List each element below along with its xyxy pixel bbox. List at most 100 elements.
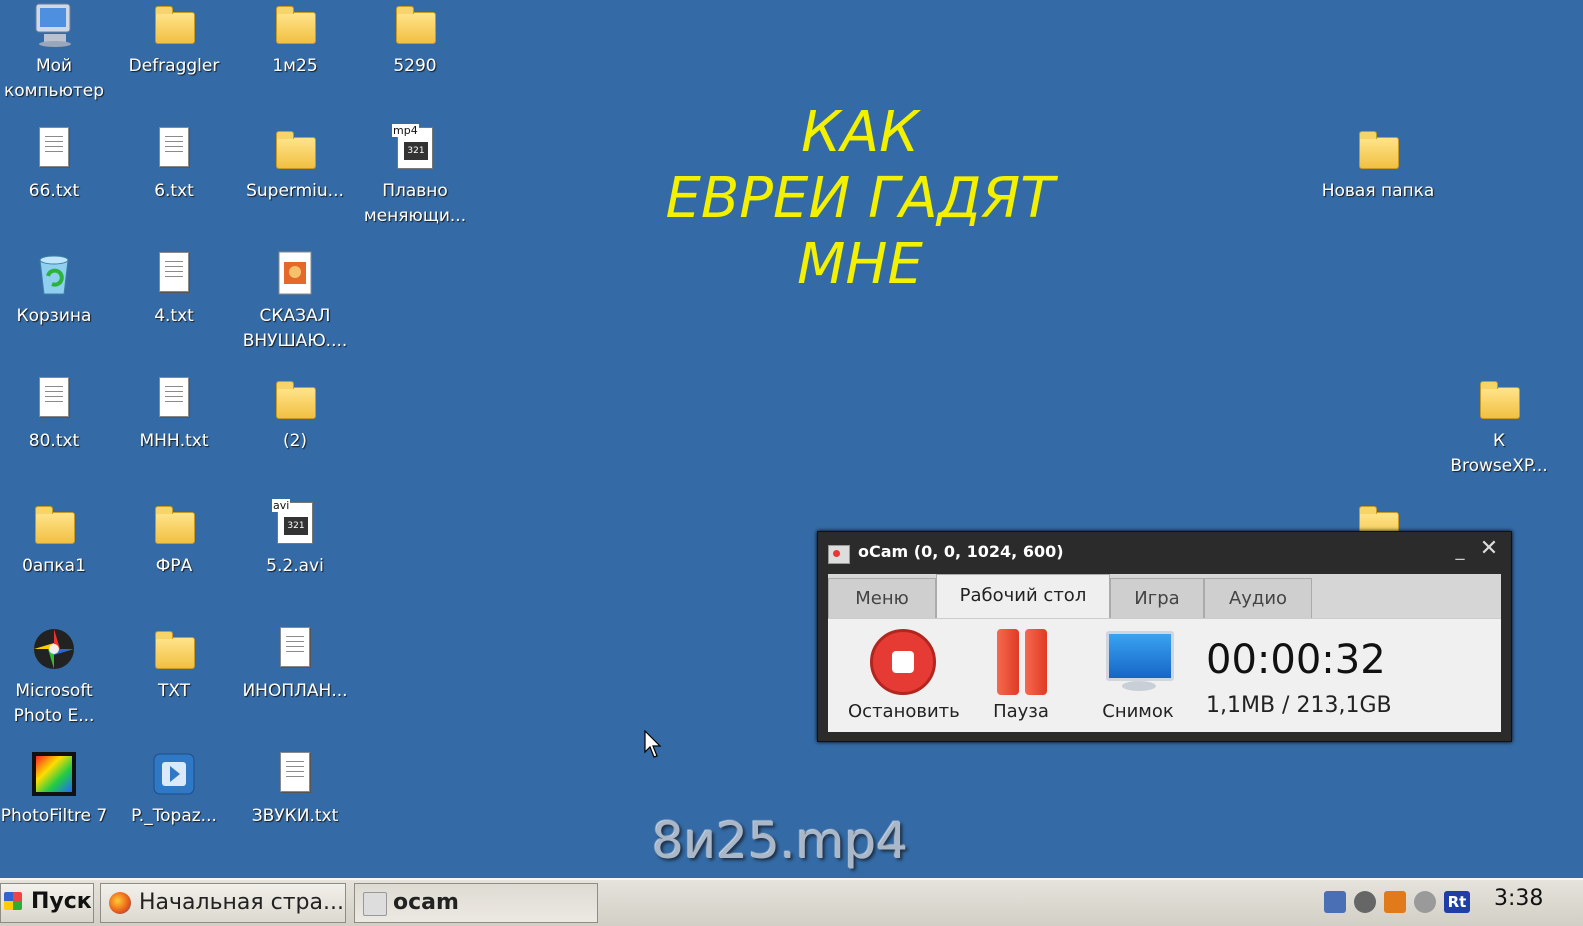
update-icon[interactable] <box>1414 891 1436 913</box>
recycle-bin-icon <box>30 250 78 298</box>
recording-timer: 00:00:32 <box>1206 637 1386 683</box>
ocam-titlebar[interactable]: oCam (0, 0, 1024, 600) _ ✕ <box>818 532 1511 570</box>
folder-icon <box>1475 375 1523 423</box>
icon-label: Supermiu... <box>246 181 344 201</box>
taskbar-item-ocam[interactable]: ocam <box>354 883 598 923</box>
ocam-tabs: Меню Рабочий стол Игра Аудио <box>828 574 1501 619</box>
headline-overlay: КАК ЕВРЕИ ГАДЯТ МНЕ <box>640 100 1080 298</box>
folder-icon <box>271 125 319 173</box>
desktop-icon-5-2-avi[interactable]: avi 321 5.2.avi <box>235 499 355 579</box>
close-icon[interactable]: ✕ <box>1478 538 1500 560</box>
desktop-icon-4-txt[interactable]: 4.txt <box>114 250 234 329</box>
desktop-icon-0apka1[interactable]: 0апка1 <box>0 500 114 579</box>
icon-label: ФРА <box>155 556 193 576</box>
video-file-icon: avi 321 <box>271 499 319 548</box>
network-disconnected-icon[interactable] <box>1324 891 1346 913</box>
icon-label: СКАЗАЛ ВНУШАЮ.... <box>242 306 348 351</box>
topaz-icon <box>150 750 198 798</box>
desktop-icon-plavno[interactable]: mp4 321 Плавно меняющи... <box>355 124 475 229</box>
snapshot-label: Снимок <box>1102 701 1174 722</box>
desktop-icon-supermiu[interactable]: Supermiu... <box>235 125 355 204</box>
icon-label: 1м25 <box>272 56 318 76</box>
folder-icon <box>150 0 198 48</box>
ocam-window[interactable]: oCam (0, 0, 1024, 600) _ ✕ Меню Рабочий … <box>817 531 1512 742</box>
folder-icon <box>150 625 198 673</box>
minimize-icon[interactable]: _ <box>1450 540 1470 561</box>
desktop-icon-recycle-bin[interactable]: Корзина <box>0 250 114 329</box>
folder-icon <box>150 500 198 548</box>
desktop-icon-topaz[interactable]: P._Topaz... <box>114 750 234 829</box>
desktop-icon-txt-folder[interactable]: TXT <box>114 625 234 704</box>
ocam-taskbar-icon <box>363 892 387 916</box>
icon-label: 80.txt <box>28 431 80 451</box>
icon-label: 5.2.avi <box>266 556 324 576</box>
desktop-icon-zvuki-txt[interactable]: ЗВУКИ.txt <box>235 750 355 829</box>
desktop-icon-skazal[interactable]: СКАЗАЛ ВНУШАЮ.... <box>235 250 355 354</box>
headline-line-3: МНЕ <box>797 232 923 297</box>
desktop-icon-browsexp[interactable]: К BrowseXP... <box>1439 375 1559 479</box>
stop-label: Остановить <box>848 701 960 722</box>
stop-button[interactable]: Остановить <box>848 629 960 722</box>
task-label: Начальная стра... <box>139 890 344 915</box>
desktop-icon-inoplan[interactable]: ИНОПЛАН... <box>235 625 355 704</box>
tab-game[interactable]: Игра <box>1110 578 1204 619</box>
folder-icon <box>1354 125 1402 173</box>
icon-label: К BrowseXP... <box>1450 431 1548 476</box>
text-file-icon <box>30 125 78 173</box>
snapshot-button[interactable]: Снимок <box>1083 629 1193 722</box>
icon-label: Плавно меняющи... <box>363 181 467 226</box>
tab-desktop[interactable]: Рабочий стол <box>936 574 1110 619</box>
taskbar-item-browser[interactable]: Начальная стра... <box>100 883 346 923</box>
rt-tray-icon[interactable]: Rt <box>1444 891 1470 913</box>
text-file-icon <box>150 250 198 298</box>
pause-icon <box>991 629 1051 695</box>
desktop-icon-2[interactable]: (2) <box>235 375 355 454</box>
text-file-icon <box>271 625 319 673</box>
desktop-icon-fra[interactable]: ФРА <box>114 500 234 579</box>
desktop-icon-1m25[interactable]: 1м25 <box>235 0 355 79</box>
desktop-icon-defraggler[interactable]: Defraggler <box>114 0 234 79</box>
stop-record-icon <box>870 629 936 695</box>
photo-editor-icon <box>30 625 78 673</box>
clock[interactable]: 3:38 <box>1494 886 1543 911</box>
start-button[interactable]: Пуск <box>0 883 94 923</box>
headline-line-2: ЕВРЕИ ГАДЯТ <box>665 166 1055 231</box>
desktop-icon-mnn-txt[interactable]: МНН.txt <box>114 375 234 454</box>
video-file-icon: mp4 321 <box>391 124 439 173</box>
ocam-title: oCam (0, 0, 1024, 600) <box>858 542 1064 561</box>
desktop-icon-photofiltre[interactable]: PhotoFiltre 7 <box>0 750 114 829</box>
icon-label: P._Topaz... <box>131 806 217 826</box>
pause-label: Пауза <box>993 701 1049 722</box>
task-label: ocam <box>393 890 459 915</box>
tab-audio[interactable]: Аудио <box>1204 578 1312 619</box>
mouse-cursor-icon <box>644 729 664 764</box>
tab-menu[interactable]: Меню <box>828 578 936 619</box>
desktop-icon-6-txt[interactable]: 6.txt <box>114 125 234 204</box>
pause-button[interactable]: Пауза <box>966 629 1076 722</box>
text-file-icon <box>150 375 198 423</box>
desktop-icon-microsoft-photo-editor[interactable]: Microsoft Photo E... <box>0 625 114 729</box>
folder-icon <box>391 0 439 48</box>
icon-label: Мой компьютер <box>3 56 105 101</box>
volume-icon[interactable] <box>1384 891 1406 913</box>
ocam-logo-icon <box>828 545 850 564</box>
desktop-icon-5290[interactable]: 5290 <box>355 0 475 79</box>
monitor-icon <box>1102 629 1174 695</box>
icon-label: Новая папка <box>1321 181 1435 201</box>
folder-icon <box>30 500 78 548</box>
desktop-icon-80-txt[interactable]: 80.txt <box>0 375 114 454</box>
desktop-icon-my-computer[interactable]: Мой компьютер <box>0 0 114 104</box>
icon-label: 5290 <box>393 56 437 76</box>
icon-label: МНН.txt <box>139 431 209 451</box>
icon-label: 66.txt <box>28 181 80 201</box>
folder-icon <box>271 375 319 423</box>
icon-label: 6.txt <box>154 181 194 201</box>
computer-icon <box>30 0 78 48</box>
desktop-icon-66-txt[interactable]: 66.txt <box>0 125 114 204</box>
recording-size: 1,1MB / 213,1GB <box>1206 693 1392 718</box>
desktop-icon-new-folder[interactable]: Новая папка <box>1318 125 1438 204</box>
desktop: Мой компьютер 66.txt Корзина 80.txt 0апк… <box>0 0 1583 878</box>
text-file-icon <box>150 125 198 173</box>
antivirus-icon[interactable] <box>1354 891 1376 913</box>
icon-label: 0апка1 <box>22 556 86 576</box>
